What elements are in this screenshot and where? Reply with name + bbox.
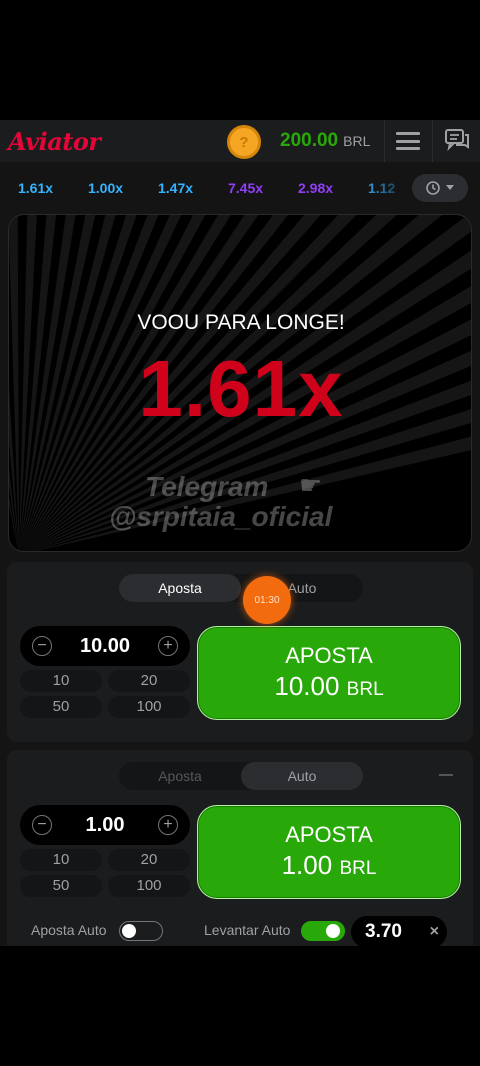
auto-bet-label: Aposta Auto xyxy=(31,922,107,938)
remove-panel-button[interactable] xyxy=(439,774,453,776)
game-canvas: VOOU PARA LONGE! 1.61x Telegram ☛ @srpit… xyxy=(8,214,472,552)
bet-panel-2: Aposta Auto − 1.00 + 10 20 50 100 APOSTA… xyxy=(7,750,473,946)
balance-currency: BRL xyxy=(343,133,371,149)
bet-amount-stepper: − 1.00 + xyxy=(20,805,190,845)
toggle-knob xyxy=(326,924,340,938)
history-clock-icon xyxy=(426,181,440,195)
place-bet-button[interactable]: APOSTA 1.00 BRL xyxy=(197,805,461,899)
bet-button-currency: BRL xyxy=(346,679,384,700)
aviator-logo[interactable]: Aviator xyxy=(8,127,101,156)
quick-amount-button[interactable]: 10 xyxy=(20,670,102,692)
bet-button-label: APOSTA xyxy=(285,822,373,847)
hamburger-menu-icon[interactable] xyxy=(396,132,420,150)
quick-amount-button[interactable]: 20 xyxy=(108,849,190,871)
bet-button-value: 10.00 xyxy=(274,671,340,701)
auto-cashout-toggle[interactable] xyxy=(301,921,345,941)
flew-away-text: VOOU PARA LONGE! xyxy=(137,311,345,334)
bet-button-amount: 10.00 BRL xyxy=(198,671,460,702)
history-multiplier[interactable]: 2.98x xyxy=(298,180,368,196)
auto-bet-toggle[interactable] xyxy=(119,921,163,941)
quick-amount-button[interactable]: 50 xyxy=(20,696,102,718)
decrease-amount-button[interactable]: − xyxy=(32,815,52,835)
bet-button-amount: 1.00 BRL xyxy=(198,850,460,881)
quick-amounts: 10 20 50 100 xyxy=(20,670,190,718)
bet-amount-stepper: − 10.00 + xyxy=(20,626,190,666)
history-fade xyxy=(360,172,412,204)
divider xyxy=(384,120,385,162)
divider xyxy=(432,120,433,162)
history-multiplier[interactable]: 1.00x xyxy=(88,180,158,196)
chat-icon[interactable] xyxy=(444,128,470,152)
crash-multiplier: 1.61x xyxy=(138,344,344,433)
bet-button-label: APOSTA xyxy=(285,643,373,668)
balance-value: 200.00 xyxy=(280,130,339,151)
auto-cashout-input[interactable]: 3.70 × xyxy=(351,916,447,946)
history-toggle-button[interactable] xyxy=(412,174,468,202)
auto-settings-row: Aposta Auto Levantar Auto 3.70 × xyxy=(7,916,473,946)
clear-icon[interactable]: × xyxy=(430,923,439,941)
toggle-knob xyxy=(122,924,136,938)
quick-amount-button[interactable]: 10 xyxy=(20,849,102,871)
decrease-amount-button[interactable]: − xyxy=(32,636,52,656)
auto-cashout-value: 3.70 xyxy=(365,921,402,942)
pointing-hand-icon: ☛ xyxy=(299,470,323,500)
quick-amount-button[interactable]: 20 xyxy=(108,670,190,692)
quick-amount-button[interactable]: 100 xyxy=(108,875,190,897)
history-multiplier[interactable]: 7.45x xyxy=(228,180,298,196)
watermark-telegram: Telegram xyxy=(145,471,269,502)
bet-panel-1: Aposta Auto − 10.00 + 10 20 50 100 APOST… xyxy=(7,562,473,742)
chevron-down-icon xyxy=(446,185,454,190)
tab-bet[interactable]: Aposta xyxy=(119,574,241,602)
quick-amounts: 10 20 50 100 xyxy=(20,849,190,897)
watermark-handle: @srpitaia_oficial xyxy=(109,501,333,532)
quick-amount-button[interactable]: 50 xyxy=(20,875,102,897)
increase-amount-button[interactable]: + xyxy=(158,636,178,656)
bet-button-value: 1.00 xyxy=(281,850,333,880)
bet-mode-tabs: Aposta Auto xyxy=(119,574,363,602)
question-coin-icon[interactable]: ? xyxy=(227,125,261,159)
bet-mode-tabs: Aposta Auto xyxy=(119,762,363,790)
screen-recorder-timer[interactable]: 01:30 xyxy=(243,576,291,624)
aviator-app: Aviator ? 200.00 BRL 1.61x 1.00x 1.47x 7.45… xyxy=(0,120,480,946)
bet-amount-input[interactable]: 1.00 xyxy=(86,814,125,837)
history-multiplier[interactable]: 1.61x xyxy=(18,180,88,196)
bet-button-currency: BRL xyxy=(339,858,377,879)
auto-cashout-label: Levantar Auto xyxy=(204,922,291,938)
quick-amount-button[interactable]: 100 xyxy=(108,696,190,718)
top-bar: Aviator ? 200.00 BRL xyxy=(0,120,480,162)
increase-amount-button[interactable]: + xyxy=(158,815,178,835)
tab-auto[interactable]: Auto xyxy=(241,762,363,790)
history-multiplier[interactable]: 1.47x xyxy=(158,180,228,196)
tab-bet[interactable]: Aposta xyxy=(119,762,241,790)
balance: 200.00 BRL xyxy=(280,130,370,152)
bet-amount-input[interactable]: 10.00 xyxy=(80,635,130,658)
place-bet-button[interactable]: APOSTA 10.00 BRL xyxy=(197,626,461,720)
